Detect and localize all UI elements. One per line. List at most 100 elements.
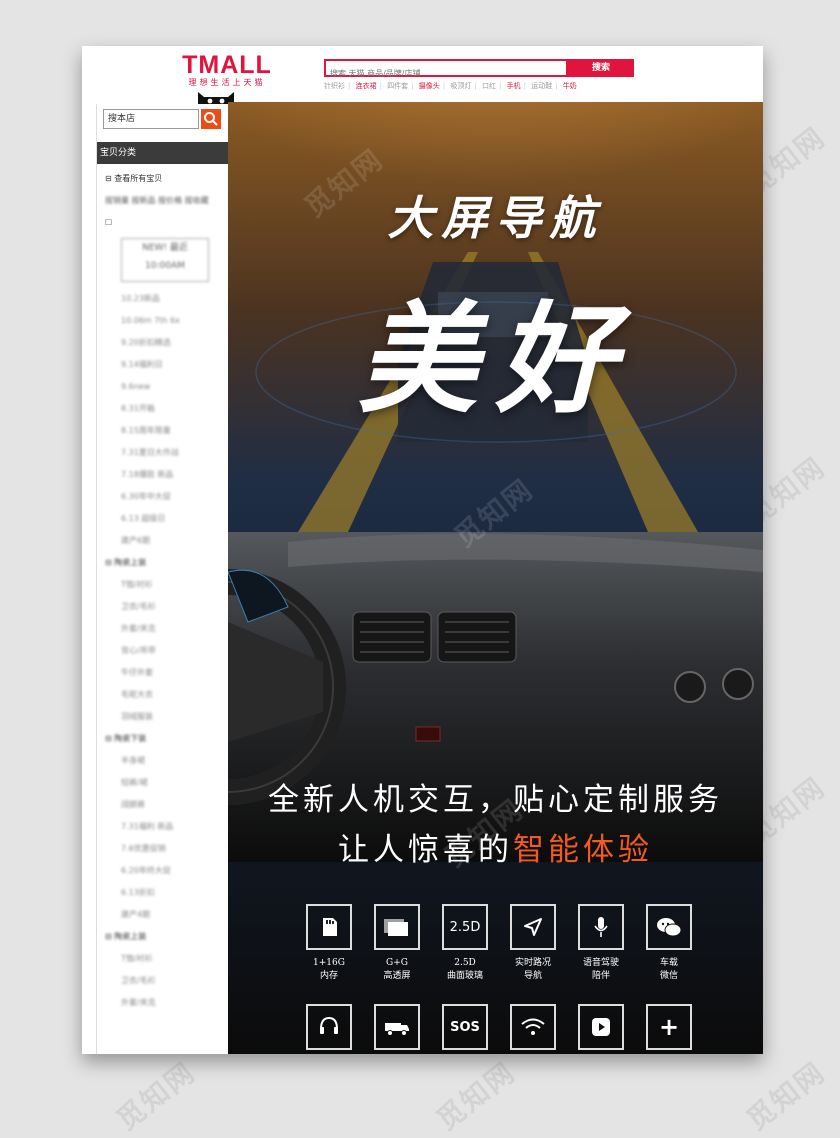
feature-glass[interactable]: 2.5D 2.5D 曲面玻璃 (436, 904, 494, 983)
category-item[interactable]: 10.23新品 (105, 288, 225, 310)
feature-memory[interactable]: 1+16G 内存 (300, 904, 358, 983)
feature-voice[interactable]: 语音驾驶 陪伴 (572, 904, 630, 983)
feature-label: 曲面玻璃 (446, 971, 483, 981)
category-item[interactable]: 短裤/裙 (105, 772, 225, 794)
tagline-prefix: 让人惊喜的 (338, 832, 513, 868)
feature-label: 导航 (523, 971, 542, 981)
watermark-text: 觅知网 (110, 1055, 202, 1137)
store-page: TMALL 理想生活上天猫 搜索 针织衫| 连衣裙| 四件套| 摄像头| 吸顶灯… (82, 46, 763, 1054)
search-box[interactable] (324, 59, 570, 81)
hot-link[interactable]: 手机 (507, 82, 521, 90)
plus-icon: + (646, 1004, 692, 1050)
search-input[interactable] (326, 66, 570, 81)
navigation-arrow-icon (510, 904, 556, 950)
category-title: 宝贝分类 (97, 142, 229, 164)
category-item[interactable]: 卫衣/毛衫 (105, 970, 225, 992)
category-item[interactable]: 7.18爆款 新品 (105, 464, 225, 486)
category-group[interactable]: ⊟ 陶瓷下装 (105, 728, 225, 750)
tagline-accent: 智能体验 (513, 832, 653, 868)
category-item[interactable]: 10.06m 7th 6x (105, 310, 225, 332)
search-button[interactable]: 搜索 (568, 59, 634, 77)
sort-links[interactable]: 按销量 按新品 按价格 按收藏 (105, 190, 225, 212)
hot-link[interactable]: 连衣裙 (356, 82, 377, 90)
checkbox-icon[interactable]: ☐ (105, 212, 225, 234)
hot-link[interactable]: 针织衫 (324, 82, 345, 90)
category-item[interactable]: 8.15周年限量 (105, 420, 225, 442)
play-icon (578, 1004, 624, 1050)
category-item[interactable]: 9.14福利日 (105, 354, 225, 376)
feature-label: G+G (386, 958, 408, 968)
sos-icon: SOS (442, 1004, 488, 1050)
feature-sos[interactable]: SOS (436, 1004, 494, 1050)
feature-label: 实时路况 (514, 958, 551, 968)
headset-icon (306, 1004, 352, 1050)
category-item[interactable]: 背心/吊带 (105, 640, 225, 662)
feature-label: 2.5D (454, 958, 476, 968)
category-item[interactable]: 羽绒服装 (105, 706, 225, 728)
feature-support[interactable] (300, 1004, 358, 1050)
category-item[interactable]: 阔腿裤 (105, 794, 225, 816)
feature-label: 1+16G (313, 958, 345, 968)
hero-title-small: 大屏导航 (387, 191, 604, 245)
feature-label: 高透屏 (383, 971, 411, 981)
wechat-icon (646, 904, 692, 950)
category-item[interactable]: 毛呢大衣 (105, 684, 225, 706)
header: TMALL 理想生活上天猫 搜索 针织衫| 连衣裙| 四件套| 摄像头| 吸顶灯… (82, 46, 763, 106)
hero-title-big: 美好 (357, 289, 634, 430)
category-group[interactable]: ⊟ 陶瓷上装 (105, 926, 225, 948)
logo-slogan: 理想生活上天猫 (188, 78, 266, 87)
category-item[interactable]: 8.31开箱 (105, 398, 225, 420)
feature-more[interactable]: + (640, 1004, 698, 1050)
category-item[interactable]: 外套/夹克 (105, 992, 225, 1014)
category-group[interactable]: ⊟ 陶瓷上装 (105, 552, 225, 574)
category-item[interactable]: 6.13折扣 (105, 882, 225, 904)
hot-link[interactable]: 摄像头 (419, 82, 440, 90)
feature-media[interactable] (572, 1004, 630, 1050)
watermark-text: 觅知网 (740, 1055, 832, 1137)
category-item[interactable]: T恤/衬衫 (105, 948, 225, 970)
hot-link[interactable]: 口红 (482, 82, 496, 90)
category-item[interactable]: 牛仔外套 (105, 662, 225, 684)
category-item[interactable]: 9.6new (105, 376, 225, 398)
shop-search-input[interactable]: 搜本店 (103, 109, 199, 129)
hot-link[interactable]: 四件套 (387, 82, 408, 90)
category-item[interactable]: 6.13 超级日 (105, 508, 225, 530)
category-item[interactable]: 9.20折扣精选 (105, 332, 225, 354)
category-item[interactable]: 6.30年中大促 (105, 486, 225, 508)
tow-truck-icon (374, 1004, 420, 1050)
category-item[interactable]: 建产6期 (105, 530, 225, 552)
category-view-all[interactable]: ⊟ 查看所有宝贝 (105, 168, 225, 190)
category-item[interactable]: 7.6优惠促销 (105, 838, 225, 860)
logo-text: TMALL (182, 51, 272, 79)
category-item[interactable]: 建产4期 (105, 904, 225, 926)
hot-link[interactable]: 吸顶灯 (450, 82, 471, 90)
feature-screen[interactable]: G+G 高透屏 (368, 904, 426, 983)
shop-search-button[interactable] (201, 109, 221, 129)
feature-wechat[interactable]: 车载 微信 (640, 904, 698, 983)
watermark-text: 觅知网 (430, 1055, 522, 1137)
wifi-icon (510, 1004, 556, 1050)
category-item[interactable]: 外套/夹克 (105, 618, 225, 640)
2.5d-text-icon: 2.5D (442, 904, 488, 950)
hot-links: 针织衫 | 连衣裙 | 四件套 | 摄像头 | 吸顶灯 | 口红 | 手机 | 运动鞋 | 牛奶 (324, 82, 577, 90)
new-badge[interactable]: NEW! 最近 10:00AM (121, 238, 209, 282)
category-item[interactable]: 7.31福利 新品 (105, 816, 225, 838)
category-item[interactable]: 卫衣/毛衫 (105, 596, 225, 618)
hot-link[interactable]: 运动鞋 (531, 82, 552, 90)
feature-label: 微信 (659, 971, 678, 981)
tagline-line-2: 让人惊喜的智能体验 (228, 824, 763, 869)
feature-wifi[interactable] (504, 1004, 562, 1050)
feature-navigation[interactable]: 实时路况 导航 (504, 904, 562, 983)
category-item[interactable]: T恤/衬衫 (105, 574, 225, 596)
feature-label: 内存 (319, 971, 338, 981)
feature-rescue[interactable] (368, 1004, 426, 1050)
category-item[interactable]: 6.20年终大促 (105, 860, 225, 882)
feature-label: 车载 (659, 958, 678, 968)
hot-link[interactable]: 牛奶 (563, 82, 577, 90)
category-item[interactable]: 7.31夏日大作战 (105, 442, 225, 464)
microphone-icon (578, 904, 624, 950)
screens-icon (374, 904, 420, 950)
category-list: ⊟ 查看所有宝贝 按销量 按新品 按价格 按收藏 ☐ NEW! 最近 10:00… (105, 168, 225, 1014)
category-item[interactable]: 半身裙 (105, 750, 225, 772)
sd-card-icon (306, 904, 352, 950)
